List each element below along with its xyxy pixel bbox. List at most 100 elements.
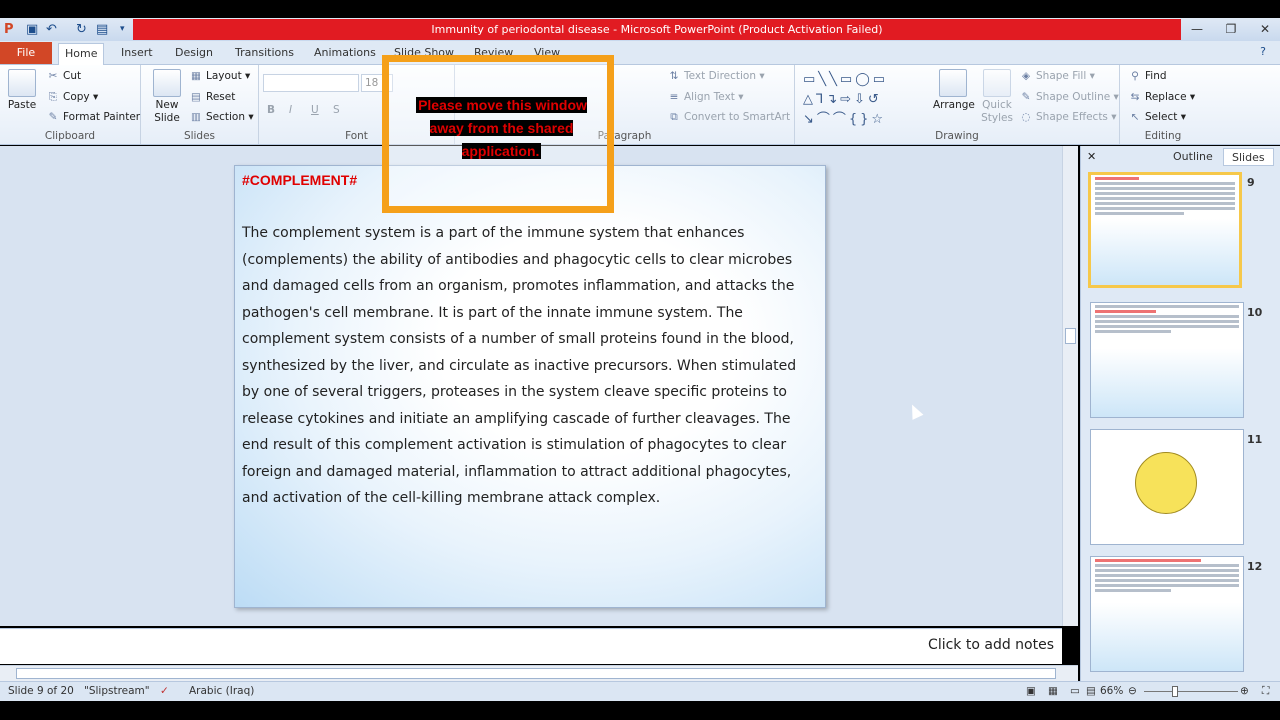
slideshow-icon[interactable]: ▤ <box>1086 685 1096 697</box>
notes-placeholder[interactable]: Click to add notes <box>928 637 1054 653</box>
shape-outline-button[interactable]: ✎ Shape Outline ▾ <box>1019 90 1119 104</box>
zoom-percent[interactable]: 66% <box>1100 685 1123 697</box>
cut-label: Cut <box>63 70 82 82</box>
editing-group: ⚲ Find ⇆ Replace ▾ ↖ Select ▾ Editing <box>1120 65 1206 144</box>
find-button[interactable]: ⚲ Find <box>1128 69 1166 83</box>
align-text-button[interactable]: ≡ Align Text ▾ <box>667 90 744 104</box>
restore-button[interactable]: ❐ <box>1220 21 1242 38</box>
tab-transitions[interactable]: Transitions <box>229 43 300 65</box>
open-folder-icon[interactable]: ▤ <box>96 21 108 38</box>
tab-design[interactable]: Design <box>169 43 219 65</box>
slide-number: 10 <box>1247 306 1263 319</box>
reading-view-icon[interactable]: ▭ <box>1070 685 1080 697</box>
quick-styles-icon <box>983 69 1011 97</box>
format-painter-label: Format Painter <box>63 111 141 123</box>
shapes-gallery[interactable]: ▭╲╲▭◯▭ △⅂↴⇨⇩↺ ↘⌒⌒{}☆ <box>803 70 915 130</box>
zoom-slider-handle[interactable] <box>1172 686 1179 697</box>
slide-body-text[interactable]: The complement system is a part of the i… <box>242 220 814 512</box>
convert-smartart-button[interactable]: ⧉ Convert to SmartArt <box>667 110 790 124</box>
tab-file[interactable]: File <box>0 42 52 64</box>
new-slide-label: New Slide <box>154 99 180 124</box>
tab-home[interactable]: Home <box>58 43 105 65</box>
shadow-button[interactable]: S <box>333 103 340 117</box>
slide-number: 9 <box>1247 176 1255 189</box>
slide-number: 11 <box>1247 433 1263 446</box>
section-icon: ▥ <box>191 111 201 123</box>
section-button[interactable]: ▥ Section ▾ <box>189 110 254 124</box>
text-direction-button[interactable]: ⇅ Text Direction ▾ <box>667 69 765 83</box>
paste-icon <box>8 69 36 97</box>
zoom-in-icon[interactable]: ⊕ <box>1240 685 1249 697</box>
undo-icon[interactable]: ↶ <box>46 21 57 38</box>
copy-button[interactable]: ⎘ Copy ▾ <box>46 90 98 104</box>
binoculars-icon: ⚲ <box>1131 70 1139 82</box>
align-text-label: Align Text <box>684 91 735 103</box>
tab-animations[interactable]: Animations <box>308 43 382 65</box>
paste-button[interactable]: Paste <box>4 69 40 112</box>
notes-pane[interactable]: Click to add notes <box>0 628 1062 664</box>
cursor-icon: ↖ <box>1130 111 1140 123</box>
reset-icon: ▤ <box>191 91 201 103</box>
layout-button[interactable]: ▦ Layout ▾ <box>189 69 250 83</box>
ribbon-tabs: File Home Insert Design Transitions Anim… <box>0 41 1280 65</box>
quick-styles-button[interactable]: Quick Styles <box>977 69 1017 125</box>
layout-icon: ▦ <box>191 70 201 82</box>
horizontal-scrollbar[interactable] <box>0 665 1078 681</box>
select-button[interactable]: ↖ Select ▾ <box>1128 110 1186 124</box>
share-warning-text: Please move this window away from the sh… <box>416 97 587 159</box>
customize-qat-icon[interactable]: ▾ <box>120 21 125 38</box>
slide-thumbnail[interactable] <box>1090 429 1244 545</box>
shape-effects-button[interactable]: ◌ Shape Effects ▾ <box>1019 110 1116 124</box>
slide-sorter-icon[interactable]: ▦ <box>1048 685 1058 697</box>
format-painter-button[interactable]: ✎ Format Painter <box>46 110 141 124</box>
editing-label: Editing <box>1144 130 1182 142</box>
italic-button[interactable]: I <box>289 103 292 117</box>
new-slide-button[interactable]: New Slide <box>147 69 187 125</box>
hscroll-thumb[interactable] <box>16 668 1056 679</box>
replace-button[interactable]: ⇆ Replace ▾ <box>1128 90 1196 104</box>
zoom-out-icon[interactable]: ⊖ <box>1128 685 1137 697</box>
cut-button[interactable]: ✂ Cut <box>46 69 82 83</box>
tab-slides[interactable]: Slides <box>1223 148 1274 166</box>
reset-button[interactable]: ▤ Reset <box>189 90 235 104</box>
slide-title[interactable]: #COMPLEMENT# <box>242 172 357 188</box>
slide-thumbnail[interactable] <box>1090 302 1244 418</box>
drawing-group: ▭╲╲▭◯▭ △⅂↴⇨⇩↺ ↘⌒⌒{}☆ Arrange Quick Styles … <box>795 65 1120 144</box>
slide-number: 12 <box>1247 560 1263 573</box>
underline-button[interactable]: U <box>311 103 319 117</box>
arrange-label: Arrange <box>933 99 975 111</box>
font-family-select[interactable] <box>263 74 359 92</box>
tab-insert[interactable]: Insert <box>115 43 159 65</box>
arrange-button[interactable]: Arrange <box>933 69 975 112</box>
spellcheck-icon[interactable]: ✓ <box>160 685 169 697</box>
section-label: Section <box>206 111 246 123</box>
save-icon[interactable]: ▣ <box>26 21 38 38</box>
status-bar: Slide 9 of 20 "Slipstream" ✓ Arabic (Ira… <box>0 681 1280 701</box>
zoom-slider[interactable] <box>1144 691 1238 692</box>
language-indicator[interactable]: Arabic (Iraq) <box>189 685 254 697</box>
minimize-button[interactable]: — <box>1186 21 1208 38</box>
theme-name[interactable]: "Slipstream" <box>84 685 150 697</box>
vertical-scrollbar[interactable] <box>1062 146 1078 626</box>
tab-outline[interactable]: Outline <box>1165 148 1221 166</box>
normal-view-icon[interactable]: ▣ <box>1026 685 1036 697</box>
panel-close-icon[interactable]: ✕ <box>1087 150 1096 163</box>
help-icon[interactable]: ? <box>1260 45 1266 58</box>
close-button[interactable]: ✕ <box>1254 21 1276 38</box>
scroll-thumb[interactable] <box>1065 328 1076 344</box>
fit-to-window-icon[interactable]: ⛶ <box>1262 685 1269 698</box>
new-slide-icon <box>153 69 181 97</box>
slide-canvas[interactable]: #COMPLEMENT# The complement system is a … <box>234 165 826 608</box>
shape-fill-label: Shape Fill <box>1036 70 1087 82</box>
slide-thumbnail[interactable] <box>1088 172 1242 288</box>
shape-fill-button[interactable]: ◈ Shape Fill ▾ <box>1019 69 1095 83</box>
convert-smartart-label: Convert to SmartArt <box>684 111 791 123</box>
bold-button[interactable]: B <box>267 103 275 117</box>
clipboard-group: Paste ✂ Cut ⎘ Copy ▾ ✎ Format Painter Clipb… <box>0 65 141 144</box>
clipboard-label: Clipboard <box>44 130 96 142</box>
title-bar: P ▣ ↶ ↻ ▤ ▾ Immunity of periodontal dise… <box>0 18 1280 41</box>
slide-thumbnail[interactable] <box>1090 556 1244 672</box>
redo-icon[interactable]: ↻ <box>76 21 87 38</box>
paste-label: Paste <box>7 99 37 111</box>
window-title: Immunity of periodontal disease - Micros… <box>133 19 1181 40</box>
